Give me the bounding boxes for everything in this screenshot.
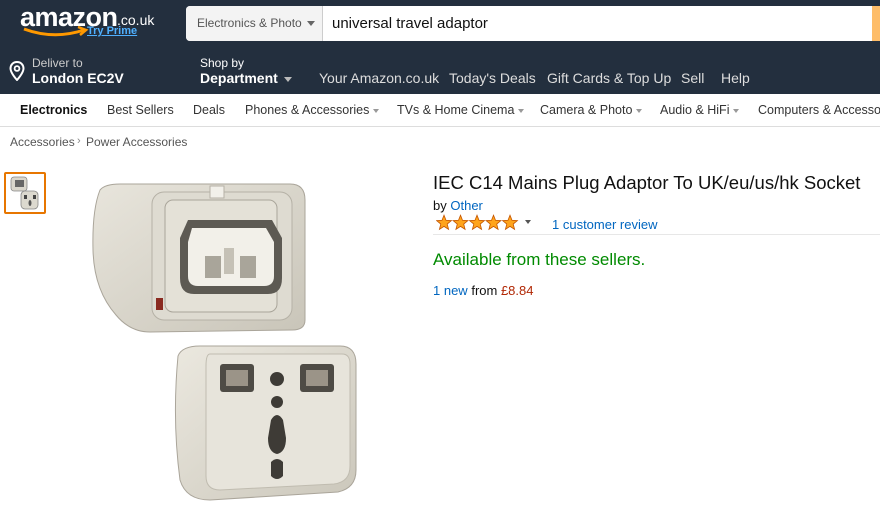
- subnav-audio-label: Audio & HiFi: [660, 103, 730, 117]
- chevron-down-icon[interactable]: [525, 220, 531, 224]
- nav-link-sell[interactable]: Sell: [681, 70, 704, 86]
- availability-status[interactable]: Available from these sellers.: [433, 250, 645, 270]
- divider: [433, 234, 880, 235]
- chevron-down-icon: [636, 108, 643, 113]
- offer-price: £8.84: [500, 283, 534, 298]
- breadcrumb-accessories[interactable]: Accessories: [10, 135, 75, 149]
- deliver-to-label[interactable]: Deliver to: [32, 56, 83, 70]
- breadcrumb-separator-icon: ›: [77, 135, 81, 147]
- star-icon: [468, 214, 486, 231]
- chevron-down-icon: [307, 21, 315, 26]
- subnav-electronics[interactable]: Electronics: [20, 103, 87, 117]
- try-prime-link[interactable]: Try Prime: [87, 25, 137, 37]
- search-category-dropdown[interactable]: Electronics & Photo: [186, 6, 323, 41]
- subnav-phones-label: Phones & Accessories: [245, 103, 370, 117]
- star-icon: [501, 214, 519, 231]
- by-label: by: [433, 198, 447, 213]
- search-bar: Electronics & Photo: [186, 6, 880, 41]
- subnav-tvs-label: TVs & Home Cinema: [397, 103, 515, 117]
- amazon-logo[interactable]: amazon .co.uk Try Prime: [20, 2, 160, 44]
- subnav-camera-label: Camera & Photo: [540, 103, 633, 117]
- chevron-down-icon: [733, 108, 740, 113]
- subnav-best-sellers[interactable]: Best Sellers: [107, 103, 174, 117]
- offer-listing: 1 new from £8.84: [433, 283, 534, 298]
- star-icon: [485, 214, 502, 231]
- search-button[interactable]: [872, 6, 880, 41]
- subnav-tvs[interactable]: TVs & Home Cinema: [397, 103, 525, 117]
- search-category-label: Electronics & Photo: [197, 16, 302, 30]
- deliver-location[interactable]: London EC2V: [32, 70, 124, 86]
- product-image[interactable]: [60, 170, 390, 508]
- subnav-audio[interactable]: Audio & HiFi: [660, 103, 740, 117]
- breadcrumb-power-accessories[interactable]: Power Accessories: [86, 135, 187, 149]
- chevron-down-icon: [518, 108, 525, 113]
- location-pin-icon: [9, 61, 25, 81]
- subnav-camera[interactable]: Camera & Photo: [540, 103, 643, 117]
- star-icon: [436, 214, 453, 231]
- smile-arrow-icon: [23, 26, 89, 37]
- nav-link-gift-cards[interactable]: Gift Cards & Top Up: [547, 70, 671, 86]
- chevron-down-icon: [373, 108, 380, 113]
- customer-review-link[interactable]: 1 customer review: [552, 217, 657, 232]
- subnav-deals[interactable]: Deals: [193, 103, 225, 117]
- thumbnail-image: [10, 176, 39, 210]
- chevron-down-icon: [284, 77, 292, 82]
- product-thumbnail[interactable]: [4, 172, 46, 214]
- brand-link[interactable]: Other: [450, 198, 483, 213]
- subnav-computers[interactable]: Computers & Accessories: [758, 103, 880, 117]
- search-input[interactable]: [332, 6, 852, 41]
- nav-link-your-amazon[interactable]: Your Amazon.co.uk: [319, 70, 439, 86]
- shop-by-label[interactable]: Shop by: [200, 56, 244, 70]
- star-rating[interactable]: [436, 214, 520, 232]
- shop-by-department[interactable]: Department: [200, 70, 278, 86]
- nav-link-todays-deals[interactable]: Today's Deals: [449, 70, 536, 86]
- nav-link-help[interactable]: Help: [721, 70, 750, 86]
- offer-from-label: from: [471, 283, 498, 298]
- product-byline: by Other: [433, 198, 483, 213]
- product-title: IEC C14 Mains Plug Adaptor To UK/eu/us/h…: [433, 172, 861, 193]
- new-offers-link[interactable]: 1 new: [433, 283, 468, 298]
- subnav-phones[interactable]: Phones & Accessories: [245, 103, 380, 117]
- star-icon: [452, 214, 469, 231]
